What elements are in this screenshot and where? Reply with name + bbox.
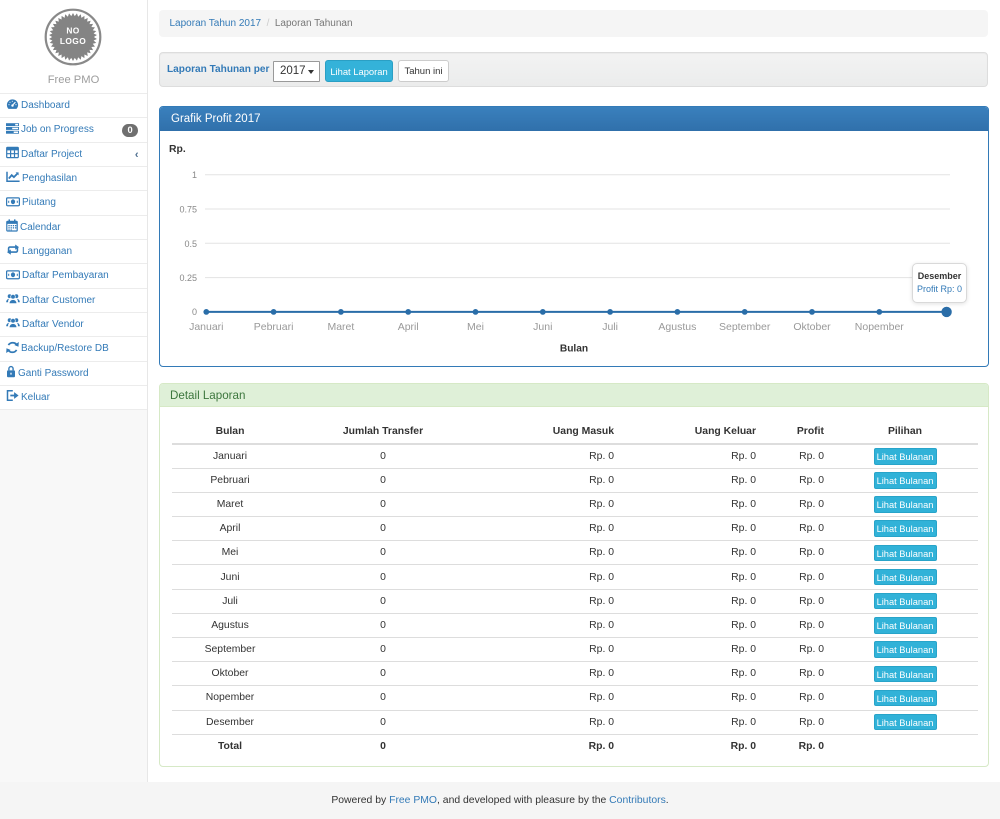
svg-text:April: April — [398, 321, 419, 333]
svg-text:Bulan: Bulan — [560, 344, 588, 355]
svg-text:0.75: 0.75 — [179, 205, 197, 215]
svg-text:Juni: Juni — [533, 321, 552, 333]
svg-text:0.25: 0.25 — [179, 273, 197, 283]
svg-text:Rp.: Rp. — [169, 144, 186, 155]
svg-text:Agustus: Agustus — [658, 321, 696, 333]
svg-text:1: 1 — [192, 170, 197, 180]
svg-text:Januari: Januari — [189, 321, 223, 333]
svg-text:September: September — [719, 321, 771, 333]
svg-text:Oktober: Oktober — [793, 321, 831, 333]
svg-text:LOGO: LOGO — [60, 36, 86, 46]
svg-text:0.5: 0.5 — [184, 239, 197, 249]
svg-text:Nopember: Nopember — [855, 321, 905, 333]
svg-text:0: 0 — [192, 307, 197, 317]
svg-text:Pebruari: Pebruari — [254, 321, 294, 333]
svg-text:Maret: Maret — [327, 321, 354, 333]
svg-text:NO: NO — [66, 25, 79, 35]
svg-text:Juli: Juli — [602, 321, 618, 333]
svg-text:Mei: Mei — [467, 321, 484, 333]
